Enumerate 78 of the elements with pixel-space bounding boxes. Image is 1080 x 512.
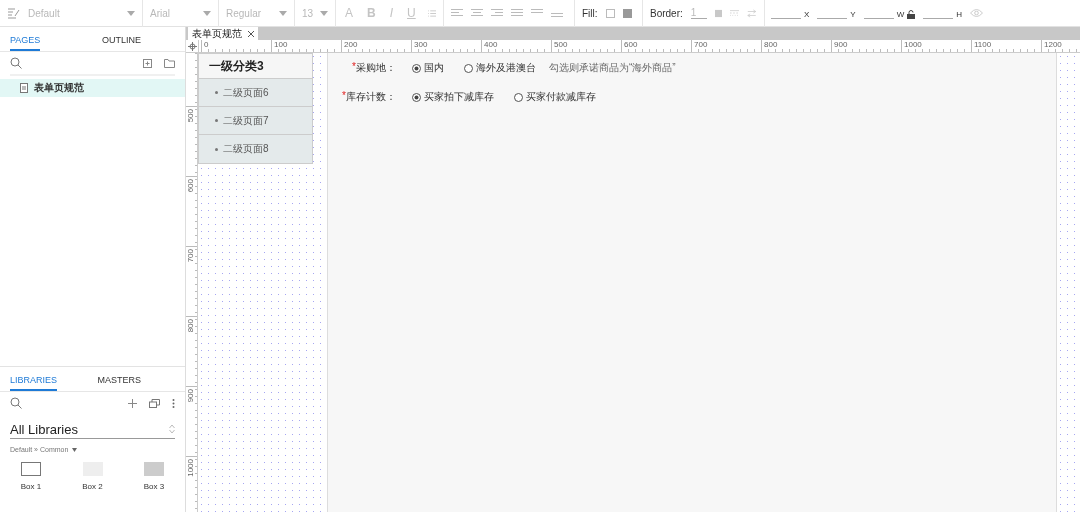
ruler-label: 300	[414, 40, 428, 49]
library-select[interactable]: All Libraries	[10, 420, 175, 439]
add-page-icon[interactable]	[143, 58, 152, 68]
coordinate-label: X	[804, 9, 810, 19]
brush-list-icon[interactable]	[7, 7, 20, 19]
fill-color-swatch[interactable]	[622, 8, 632, 18]
field-label: 采购地：	[356, 61, 396, 75]
ruler-label: 700	[694, 40, 708, 49]
list-icon[interactable]	[427, 8, 436, 18]
ruler-label: 900	[186, 389, 195, 403]
align-icon[interactable]	[451, 9, 463, 17]
page-icon	[20, 83, 28, 93]
ruler-label: 800	[186, 319, 195, 333]
field-label: 库存计数：	[346, 90, 396, 104]
caret-icon	[203, 10, 211, 16]
eye-icon[interactable]	[970, 9, 984, 17]
ruler-label: 700	[186, 249, 195, 263]
radio-option[interactable]: 海外及港澳台	[464, 61, 536, 75]
plus-icon[interactable]	[128, 398, 137, 408]
crosshair-icon[interactable]	[187, 41, 197, 51]
document-tab[interactable]: 表单页规范	[188, 27, 258, 40]
ruler-label: 100	[274, 40, 288, 49]
align-icon[interactable]	[471, 9, 483, 17]
page-item[interactable]: 表单页规范	[0, 79, 185, 97]
folder-icon[interactable]	[164, 58, 175, 68]
nav-item[interactable]: 二级页面7	[199, 107, 312, 135]
panel-tab[interactable]: OUTLINE	[102, 35, 141, 51]
border-style-icon[interactable]	[729, 9, 740, 17]
close-icon[interactable]	[248, 30, 254, 37]
required-mark: *	[342, 90, 346, 103]
coordinate-label: H	[956, 9, 963, 19]
align-icon[interactable]	[511, 9, 523, 17]
arrow-style-icon[interactable]	[747, 8, 757, 18]
caret-icon	[127, 10, 135, 16]
more-icon[interactable]	[172, 398, 175, 408]
ruler-label: 1100	[974, 40, 992, 49]
ruler-label: 0	[204, 40, 209, 49]
radio-option[interactable]: 国内	[412, 61, 444, 75]
radio-option[interactable]: 买家付款减库存	[514, 90, 596, 104]
widget-label: Box 2	[82, 482, 103, 491]
ruler-label: 500	[554, 40, 568, 49]
updown-icon	[169, 424, 175, 434]
ruler-label: 800	[764, 40, 778, 49]
widget-label: Box 3	[143, 482, 165, 491]
required-mark: *	[352, 61, 356, 74]
box-widget-preview[interactable]	[21, 462, 41, 476]
ruler-label: 600	[186, 179, 195, 193]
copy-icon[interactable]	[149, 398, 160, 408]
panel-tab[interactable]: LIBRARIES	[10, 375, 58, 391]
nav-item[interactable]: 二级页面6	[199, 79, 312, 107]
nav-title[interactable]: 一级分类3	[199, 54, 312, 79]
align-icon[interactable]	[491, 9, 503, 17]
panel-tab[interactable]: PAGES	[10, 35, 41, 51]
ruler-label: 600	[624, 40, 638, 49]
lock-icon[interactable]	[907, 9, 916, 19]
search-icon[interactable]	[10, 397, 22, 409]
radio-option[interactable]: 买家拍下减库存	[412, 90, 494, 104]
search-icon[interactable]	[10, 57, 22, 69]
caret-icon[interactable]	[72, 447, 78, 452]
caret-icon	[320, 10, 328, 16]
coordinate-label: Y	[850, 9, 856, 19]
fill-label: Fill:	[582, 7, 598, 19]
hint-text: 勾选则承诺商品为“海外商品”	[549, 61, 676, 75]
border-label: Border:	[650, 7, 683, 19]
ruler-label: 1200	[1044, 40, 1062, 49]
coordinate-label: W	[896, 9, 905, 19]
nav-item[interactable]: 二级页面8	[199, 135, 312, 163]
ruler-label: 900	[834, 40, 848, 49]
ruler-label: 1000	[904, 40, 922, 49]
caret-icon	[279, 10, 287, 16]
border-color-swatch[interactable]	[714, 8, 722, 18]
ruler-label: 400	[484, 40, 498, 49]
ruler-label: 500	[186, 109, 195, 123]
ruler-label: 200	[344, 40, 358, 49]
ruler-label: 1000	[186, 459, 195, 477]
fill-color-swatch[interactable]	[605, 8, 615, 18]
widget-label: Box 1	[20, 482, 42, 491]
panel-tab[interactable]: MASTERS	[97, 375, 141, 391]
